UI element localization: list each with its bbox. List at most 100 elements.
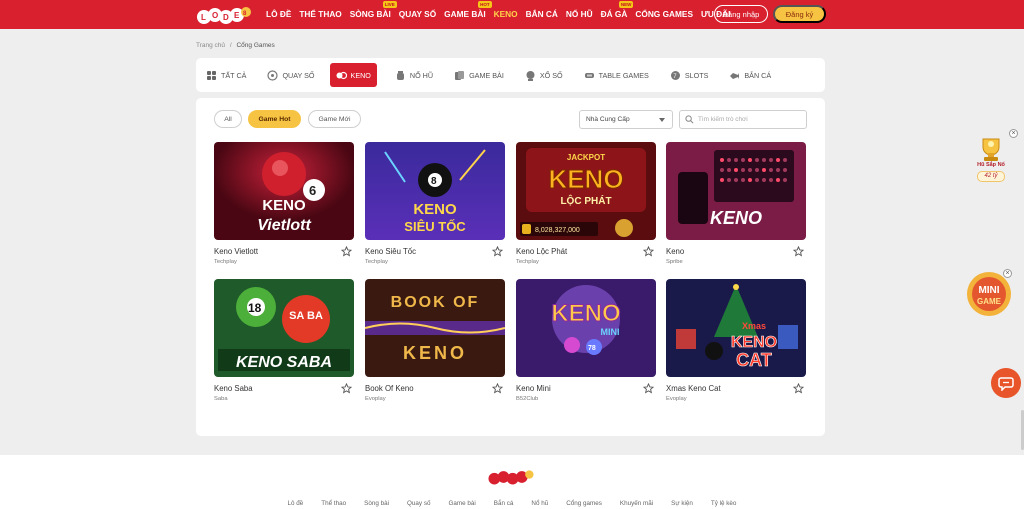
game-provider: B52Club — [516, 396, 539, 402]
game-provider: Evoplay — [666, 396, 687, 402]
footer-link[interactable]: Sòng bài — [364, 500, 389, 507]
category-tab-1[interactable]: QUAY SỐ — [267, 69, 315, 81]
category-tab-3[interactable]: NỔ HŨ — [395, 70, 433, 81]
filter-all-chip[interactable]: All — [214, 110, 242, 128]
svg-text:8: 8 — [431, 176, 437, 187]
category-tab-label: SLOTS — [684, 70, 709, 80]
game-thumbnail[interactable]: KENO — [666, 142, 806, 240]
game-title[interactable]: Keno Vietlott — [214, 247, 354, 256]
mini-game-widget[interactable]: MINI GAME — [963, 268, 1015, 320]
game-card[interactable]: 6 KENO Vietlott Keno Vietlott Techplay — [214, 142, 354, 265]
game-title[interactable]: Keno Mini — [516, 384, 656, 393]
category-tab-2[interactable]: KENO — [329, 63, 377, 87]
jackpot-label: Hũ Sắp Nổ — [977, 162, 1005, 168]
favorite-star-icon[interactable] — [643, 246, 654, 257]
game-card[interactable]: Xmas KENO CAT Xmas Keno Cat Evoplay — [666, 279, 806, 402]
game-card[interactable]: 18 SA BA KENO SABA Keno Saba Saba — [214, 279, 354, 402]
nav-item-6[interactable]: BẮN CÁ — [522, 0, 562, 29]
game-thumbnail[interactable]: JACKPOT KENO LỘC PHÁT 8,028,327,000 — [516, 142, 656, 240]
game-card[interactable]: 8 KENO SIÊU TỐC Keno Siêu Tốc Techplay — [365, 142, 505, 265]
breadcrumb: Trang chủ / Cổng Games — [196, 42, 275, 49]
site-logo[interactable]: L O D E 8 — [196, 3, 252, 27]
register-button[interactable]: Đăng ký — [773, 5, 826, 23]
favorite-star-icon[interactable] — [643, 383, 654, 394]
jackpot-widget[interactable]: Hũ Sắp Nổ 42 tỷ — [968, 135, 1014, 185]
favorite-star-icon[interactable] — [793, 246, 804, 257]
keno-icon — [336, 71, 347, 79]
category-tab-5[interactable]: XỔ SỐ — [525, 70, 563, 81]
game-thumbnail[interactable]: KENO MINI 78 — [516, 279, 656, 377]
provider-select[interactable]: Nhà Cung Cấp — [579, 110, 673, 129]
filter-hot-chip[interactable]: Game Hot — [248, 110, 301, 128]
footer-logo[interactable] — [484, 467, 538, 487]
game-title[interactable]: Keno Siêu Tốc — [365, 247, 505, 256]
svg-text:Vietlott: Vietlott — [257, 217, 311, 234]
search-input[interactable] — [698, 116, 798, 123]
nav-item-8[interactable]: ĐÁ GÀ NEW — [597, 0, 634, 29]
game-card[interactable]: JACKPOT KENO LỘC PHÁT 8,028,327,000 Keno… — [516, 142, 656, 265]
game-title[interactable]: Keno — [666, 247, 806, 256]
game-title[interactable]: Keno Lộc Phát — [516, 247, 656, 256]
favorite-star-icon[interactable] — [492, 246, 503, 257]
footer-link[interactable]: Nổ hũ — [531, 500, 548, 507]
nav-item-2[interactable]: SÒNG BÀI LIVE — [346, 0, 397, 29]
footer-link[interactable]: Khuyến mãi — [620, 500, 653, 507]
footer-link[interactable]: Sự kiện — [671, 500, 693, 507]
game-card[interactable]: KENO MINI 78 Keno Mini B52Club — [516, 279, 656, 402]
svg-text:CAT: CAT — [736, 350, 772, 370]
svg-text:LỘC PHÁT: LỘC PHÁT — [560, 194, 611, 207]
svg-text:L: L — [201, 13, 206, 22]
svg-text:KENO: KENO — [548, 164, 623, 194]
nav-item-5[interactable]: KENO — [490, 0, 522, 29]
nav-item-4[interactable]: GAME BÀI HOT — [440, 0, 492, 29]
footer-link[interactable]: Quay số — [407, 500, 430, 507]
live-chat-button[interactable] — [991, 368, 1021, 398]
favorite-star-icon[interactable] — [492, 383, 503, 394]
category-tab-label: QUAY SỐ — [282, 70, 315, 80]
footer-link[interactable]: Lô đề — [288, 500, 304, 507]
game-title[interactable]: Keno Saba — [214, 384, 354, 393]
game-thumbnail[interactable]: 8 KENO SIÊU TỐC — [365, 142, 505, 240]
nav-item-0[interactable]: LÔ ĐỀ — [262, 0, 295, 29]
favorite-star-icon[interactable] — [341, 246, 352, 257]
top-header: L O D E 8 LÔ ĐỀ THỂ THAO SÒNG BÀI LIVE QUAY … — [0, 0, 1024, 29]
nav-item-3[interactable]: QUAY SỐ — [395, 0, 440, 29]
nav-item-7[interactable]: NỔ HŨ — [562, 0, 597, 29]
game-title[interactable]: Xmas Keno Cat — [666, 384, 806, 393]
game-thumbnail[interactable]: 18 SA BA KENO SABA — [214, 279, 354, 377]
login-button[interactable]: Đăng nhập — [714, 5, 768, 23]
nav-item-1[interactable]: THỂ THAO — [295, 0, 345, 29]
svg-text:O: O — [212, 11, 218, 20]
game-thumbnail[interactable]: 6 KENO Vietlott — [214, 142, 354, 240]
svg-text:KENO: KENO — [710, 208, 762, 228]
chevron-down-icon — [659, 118, 665, 122]
game-title[interactable]: Book Of Keno — [365, 384, 505, 393]
nav-item-9[interactable]: CỔNG GAMES — [631, 0, 697, 29]
footer-link[interactable]: Cổng games — [566, 500, 602, 507]
category-bar: TẤT CẢ QUAY SỐ KENO NỔ HŨ GAME BÀI XỔ SỐ TABLE… — [196, 58, 825, 92]
category-tab-7[interactable]: 7 SLOTS — [670, 70, 709, 81]
footer-link[interactable]: Tỷ lệ kèo — [711, 500, 737, 507]
svg-text:JACKPOT: JACKPOT — [567, 153, 605, 162]
category-tab-4[interactable]: GAME BÀI — [454, 70, 504, 81]
favorite-star-icon[interactable] — [341, 383, 352, 394]
breadcrumb-home[interactable]: Trang chủ — [196, 42, 225, 49]
svg-text:KENO: KENO — [731, 334, 777, 351]
footer: Lô đề Thể thao Sòng bài Quay số Game bài Bắn … — [0, 455, 1024, 509]
footer-link[interactable]: Game bài — [448, 500, 475, 507]
nav-item-label: KENO — [493, 9, 518, 19]
game-thumbnail[interactable]: Xmas KENO CAT — [666, 279, 806, 377]
category-tab-0[interactable]: TẤT CẢ — [206, 70, 246, 81]
nav-item-label: ĐÁ GÀ — [600, 9, 628, 19]
game-card[interactable]: BOOK OF KENO Book Of Keno Evoplay — [365, 279, 505, 402]
game-provider: Techplay — [214, 259, 237, 265]
mini-game-line1: MINI — [978, 285, 999, 296]
category-tab-8[interactable]: BẮN CÁ — [729, 70, 771, 81]
category-tab-6[interactable]: TABLE GAMES — [584, 70, 649, 81]
game-thumbnail[interactable]: BOOK OF KENO — [365, 279, 505, 377]
footer-link[interactable]: Bắn cá — [494, 500, 514, 507]
favorite-star-icon[interactable] — [793, 383, 804, 394]
filter-new-chip[interactable]: Game Mới — [308, 110, 361, 128]
footer-link[interactable]: Thể thao — [321, 500, 346, 507]
game-card[interactable]: KENO Keno Spribe — [666, 142, 806, 265]
